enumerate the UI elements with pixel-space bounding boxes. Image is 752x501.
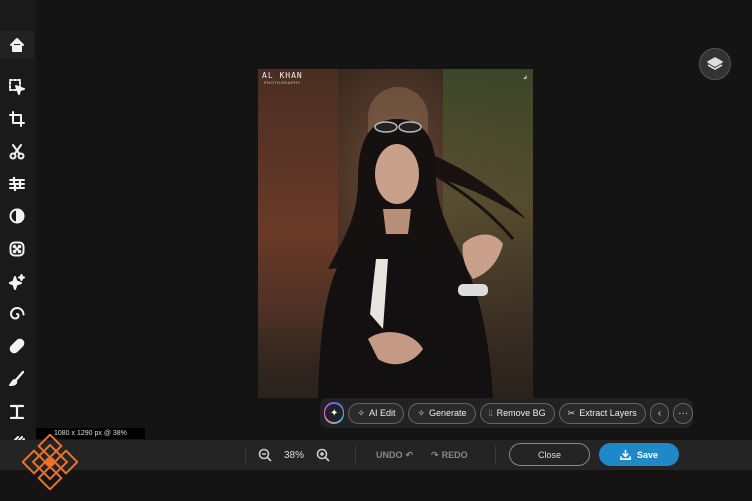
remove-bg-label: Remove BG [496,408,546,418]
zoom-level: 38% [284,449,305,461]
crop-icon [9,111,25,127]
filter-contrast-icon [9,208,25,224]
ai-sparkle-icon [9,274,25,290]
redo-arrow-icon: ↷ [431,449,439,460]
toolbar-more-button[interactable]: ··· [673,402,693,424]
divider [355,446,356,464]
select-tool[interactable] [0,73,34,101]
brand-logo [22,434,78,490]
extract-layers-label: Extract Layers [579,408,637,418]
zoom-out-button[interactable] [258,448,272,462]
generate-label: Generate [429,408,467,418]
home-button[interactable] [0,31,34,59]
layers-button[interactable] [699,48,731,80]
crop-tool[interactable] [0,105,34,133]
watermark-logo-subtext: PHOTOGRAPHY [264,80,301,85]
divider [495,446,496,464]
footer-strip [0,470,752,501]
cutout-scissors-icon [9,144,25,160]
effects-grid-icon [9,241,25,257]
heal-tool[interactable] [0,332,34,360]
redo-button[interactable]: ↷ REDO [431,450,468,461]
redo-label: REDO [441,450,468,460]
ai-sparkle-icon: ✦ [325,404,344,422]
extract-layers-button[interactable]: ✂ Extract Layers [558,402,646,424]
home-icon [10,38,24,52]
adjust-tool[interactable] [0,170,34,198]
zoom-in-icon [316,448,330,462]
ai-tools-tool[interactable] [0,268,34,296]
brush-icon [9,370,25,386]
zoom-in-button[interactable] [316,448,330,462]
spiral-icon [10,307,25,320]
adjust-sliders-icon [9,176,25,192]
ai-assistant-button[interactable]: ✦ [324,402,345,424]
sparkles-icon: ✧ [357,407,365,418]
cutout-tool[interactable] [0,138,34,166]
text-tool[interactable] [0,397,34,425]
history-controls: UNDO ↶ ↷ REDO [376,440,468,470]
chevron-left-icon: ‹ [657,407,662,419]
photo-canvas[interactable]: AL KHAN PHOTOGRAPHY 𝓈 [258,69,533,398]
portrait-subject [318,119,526,398]
save-label: Save [636,449,659,460]
zoom-out-icon [258,448,272,462]
text-icon [9,404,25,419]
tool-sidebar [0,0,36,470]
zoom-controls: 38% [258,440,330,470]
remove-bg-icon: ⦙⦙ [488,407,493,418]
bandage-icon [9,338,25,354]
ai-edit-button[interactable]: ✧ AI Edit [348,402,405,424]
draw-tool[interactable] [0,364,34,392]
remove-bg-button[interactable]: ⦙⦙ Remove BG [479,402,555,424]
save-button[interactable]: Save [599,443,679,466]
undo-label: UNDO [376,450,403,460]
divider [245,446,246,464]
scissors-icon: ✂ [567,407,576,418]
generate-button[interactable]: ✧ Generate [408,402,476,424]
undo-button[interactable]: UNDO ↶ [376,450,413,461]
download-icon [620,449,631,460]
effects-tool[interactable] [0,235,34,263]
close-button[interactable]: Close [509,443,590,466]
retouch-tool[interactable] [0,300,34,328]
generate-icon: ✧ [417,407,426,418]
select-icon [9,79,25,95]
ai-edit-label: AI Edit [368,408,396,418]
undo-arrow-icon: ↶ [405,449,414,460]
ai-toolbar: ✦ ✧ AI Edit ✧ Generate ⦙⦙ Remove BG ✂ Ex… [320,398,693,428]
bottom-bar: 38% UNDO ↶ ↷ REDO Close Save [0,440,752,470]
more-horizontal-icon: ··· [678,407,689,419]
watermark-signature: 𝓈 [523,71,527,82]
layers-icon [707,57,723,70]
toolbar-prev-button[interactable]: ‹ [649,402,670,424]
watermark-logo-text: AL KHAN [262,71,303,80]
filters-tool[interactable] [0,202,34,230]
